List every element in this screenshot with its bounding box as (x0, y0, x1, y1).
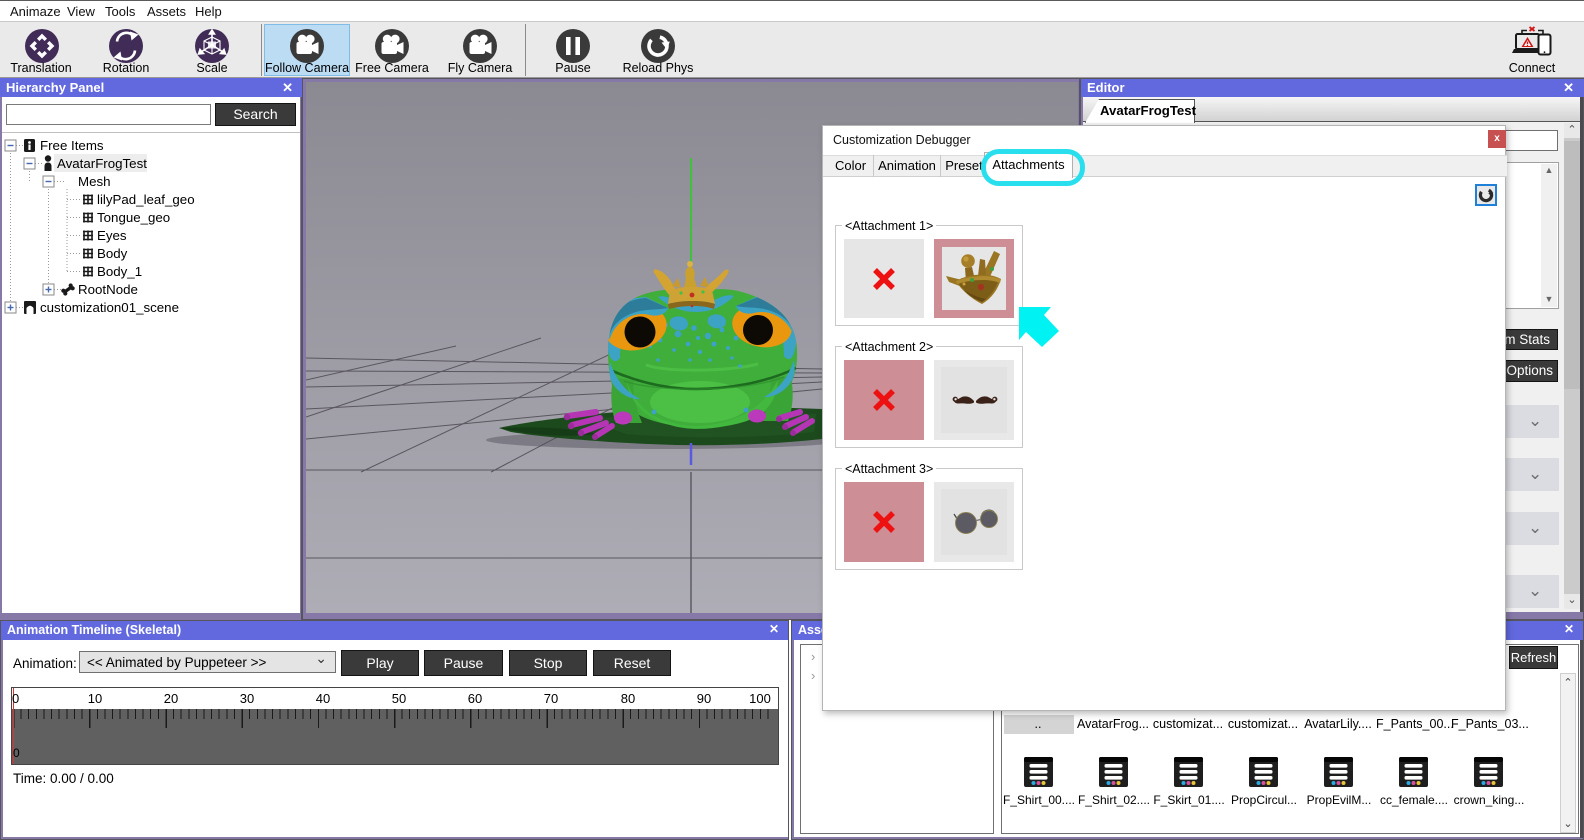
svg-text:RootNode: RootNode (78, 282, 138, 297)
svg-text:Translation: Translation (10, 61, 71, 75)
svg-text:Connect: Connect (1509, 61, 1556, 75)
svg-text:Fly Camera: Fly Camera (448, 61, 513, 75)
svg-text:Pause: Pause (555, 61, 590, 75)
svg-text:Mesh: Mesh (78, 174, 111, 189)
svg-text:Tongue_geo: Tongue_geo (97, 210, 170, 225)
svg-text:Rotation: Rotation (103, 61, 150, 75)
svg-text:Body: Body (97, 246, 128, 261)
svg-text:customization01_scene: customization01_scene (40, 300, 179, 315)
svg-text:lilyPad_leaf_geo: lilyPad_leaf_geo (97, 192, 195, 207)
svg-text:Reload Phys: Reload Phys (623, 61, 694, 75)
svg-text:Free Items: Free Items (40, 138, 104, 153)
svg-text:Free Camera: Free Camera (355, 61, 429, 75)
svg-text:AvatarFrogTest: AvatarFrogTest (57, 156, 147, 171)
svg-text:Scale: Scale (196, 61, 227, 75)
svg-text:Eyes: Eyes (97, 228, 127, 243)
svg-text:Body_1: Body_1 (97, 264, 142, 279)
svg-text:Follow Camera: Follow Camera (265, 61, 349, 75)
